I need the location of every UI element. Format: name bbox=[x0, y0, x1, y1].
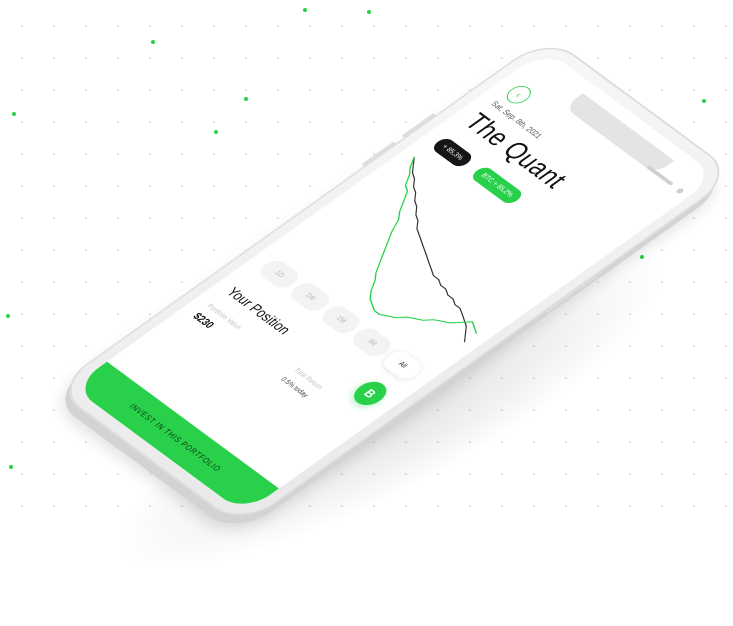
performance-badge: + 85,3% bbox=[429, 136, 475, 169]
range-all[interactable]: All bbox=[378, 347, 427, 383]
accent-dot bbox=[12, 112, 16, 116]
back-button[interactable]: ‹ bbox=[501, 82, 536, 107]
back-arrow-icon: ‹ bbox=[512, 89, 526, 100]
accent-dot bbox=[367, 10, 371, 14]
position-title: Your Position bbox=[222, 285, 294, 338]
btc-performance: + 65,2% bbox=[490, 179, 516, 199]
accent-dot bbox=[6, 314, 10, 318]
accent-dot bbox=[151, 40, 155, 44]
camera bbox=[674, 187, 685, 195]
accent-dot bbox=[303, 8, 307, 12]
speaker bbox=[646, 165, 674, 186]
accent-dot bbox=[244, 97, 248, 101]
accent-dot bbox=[702, 99, 706, 103]
coin-bitcoin-button[interactable]: B bbox=[347, 377, 393, 410]
accent-dot bbox=[9, 465, 13, 469]
accent-dot bbox=[214, 130, 218, 134]
